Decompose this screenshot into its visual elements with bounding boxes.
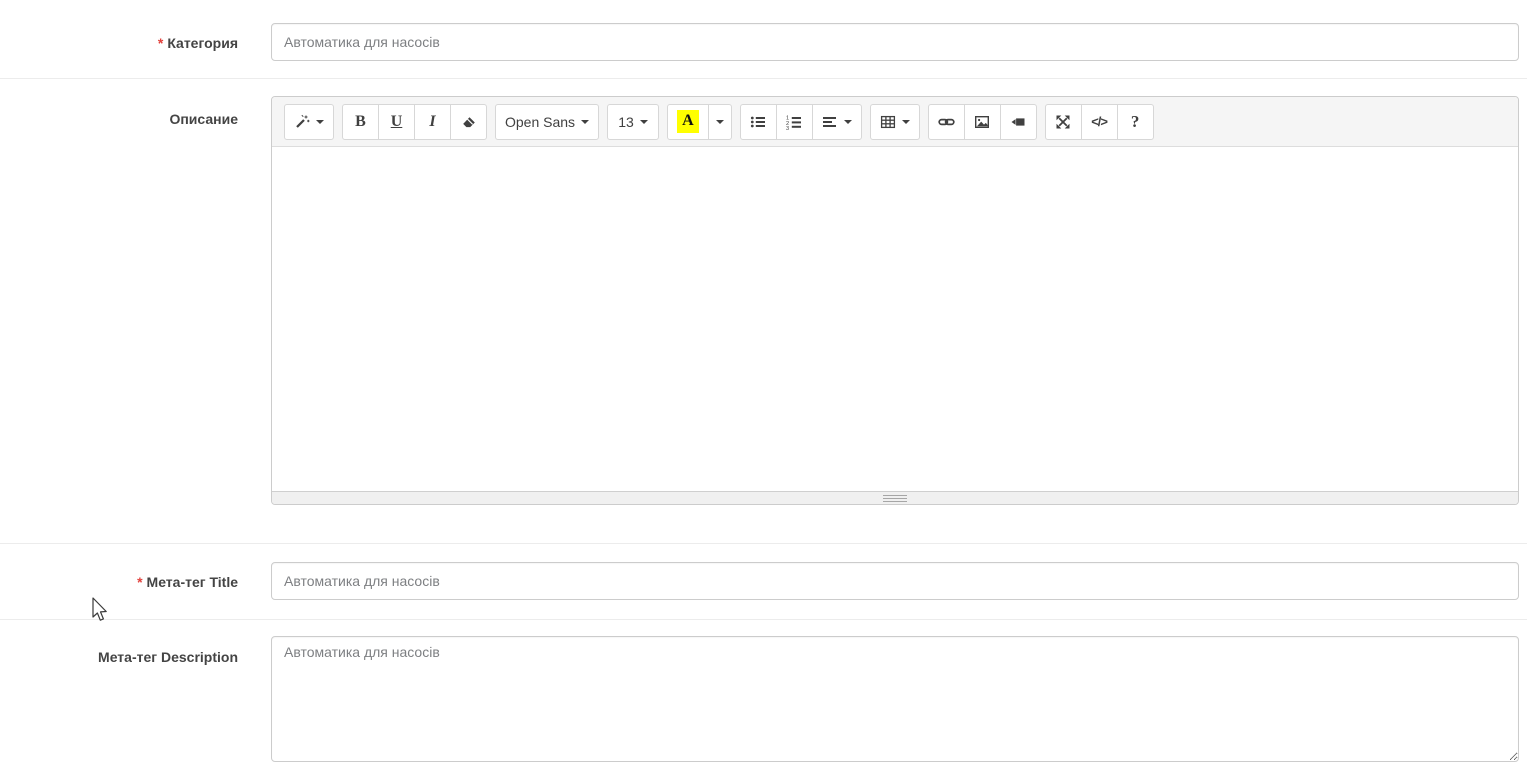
- meta-description-label: Мета-тег Description: [0, 648, 238, 666]
- svg-text:3: 3: [786, 126, 789, 130]
- row-divider: [0, 78, 1527, 79]
- insert-video-button[interactable]: [999, 103, 1037, 140]
- resize-handle-icon: [883, 494, 907, 502]
- paragraph-align-dropdown-button[interactable]: [811, 103, 862, 140]
- meta-description-label-text: Мета-тег Description: [98, 649, 238, 665]
- font-color-button[interactable]: A: [667, 103, 709, 140]
- editor-toolbar: B U I Open Sans 13 A 1 2 3 </> ?: [272, 97, 1518, 147]
- table-icon: [880, 114, 896, 130]
- underline-icon: U: [390, 112, 403, 130]
- picture-icon: [974, 114, 990, 130]
- meta-title-input[interactable]: [271, 562, 1519, 600]
- description-editor: B U I Open Sans 13 A 1 2 3 </> ?: [271, 96, 1519, 505]
- chevron-down-icon: [843, 119, 852, 124]
- unordered-list-icon: [750, 114, 766, 130]
- category-label: * Категория: [0, 34, 238, 52]
- paragraph-group: 1 2 3: [739, 103, 862, 140]
- italic-icon: I: [429, 112, 436, 130]
- description-label: Описание: [0, 110, 238, 128]
- description-label-text: Описание: [169, 111, 238, 127]
- category-input[interactable]: [271, 23, 1519, 61]
- bold-button[interactable]: B: [342, 103, 379, 140]
- view-group: </> ?: [1044, 103, 1154, 140]
- fontsize-group: 13: [607, 103, 660, 140]
- font-color-icon: A: [677, 110, 699, 133]
- link-icon: [937, 114, 955, 130]
- font-color-dropdown-button[interactable]: [707, 103, 732, 140]
- insert-link-button[interactable]: [927, 103, 965, 140]
- font-color-group: A: [667, 103, 732, 140]
- required-marker: *: [157, 35, 164, 51]
- row-divider: [0, 619, 1527, 620]
- ordered-list-button[interactable]: 1 2 3: [775, 103, 813, 140]
- row-divider: [0, 543, 1527, 544]
- meta-description-textarea[interactable]: Автоматика для насосів: [271, 636, 1519, 762]
- unordered-list-button[interactable]: [739, 103, 777, 140]
- description-editor-content[interactable]: [272, 147, 1518, 491]
- fontsize-dropdown-button[interactable]: 13: [607, 103, 660, 140]
- chevron-down-icon: [581, 119, 590, 124]
- italic-button[interactable]: I: [414, 103, 451, 140]
- code-view-icon: </>: [1091, 114, 1108, 129]
- fontsize-label: 13: [618, 113, 634, 130]
- code-view-button[interactable]: </>: [1080, 103, 1118, 140]
- clear-formatting-button[interactable]: [450, 103, 487, 140]
- mouse-cursor: [89, 597, 108, 630]
- required-marker: *: [137, 574, 143, 590]
- fullscreen-button[interactable]: [1044, 103, 1082, 140]
- magic-style-dropdown-button[interactable]: [284, 103, 334, 140]
- chevron-down-icon: [715, 119, 724, 124]
- insert-picture-button[interactable]: [963, 103, 1001, 140]
- bold-icon: B: [355, 112, 366, 130]
- fontname-label: Open Sans: [505, 113, 576, 130]
- table-dropdown-button[interactable]: [869, 103, 920, 140]
- category-label-text: Категория: [167, 35, 238, 51]
- fontname-dropdown-button[interactable]: Open Sans: [495, 103, 600, 140]
- insert-group: [927, 103, 1037, 140]
- ordered-list-icon: 1 2 3: [786, 114, 802, 130]
- meta-title-label-text: Мета-тег Title: [146, 574, 238, 590]
- fullscreen-icon: [1055, 114, 1071, 130]
- editor-resize-statusbar[interactable]: [272, 491, 1518, 504]
- style-group: [284, 103, 334, 140]
- help-button[interactable]: ?: [1116, 103, 1154, 140]
- paragraph-align-icon: [822, 114, 838, 130]
- eraser-icon: [461, 114, 477, 130]
- table-group: [869, 103, 920, 140]
- video-icon: [1010, 114, 1026, 130]
- help-icon: ?: [1130, 111, 1140, 131]
- chevron-down-icon: [901, 119, 910, 124]
- fontname-group: Open Sans: [495, 103, 600, 140]
- chevron-down-icon: [639, 119, 648, 124]
- magic-wand-icon: [294, 114, 310, 130]
- meta-title-label: * Мета-тег Title: [0, 573, 238, 591]
- font-style-group: B U I: [342, 103, 487, 140]
- chevron-down-icon: [316, 119, 324, 124]
- underline-button[interactable]: U: [378, 103, 415, 140]
